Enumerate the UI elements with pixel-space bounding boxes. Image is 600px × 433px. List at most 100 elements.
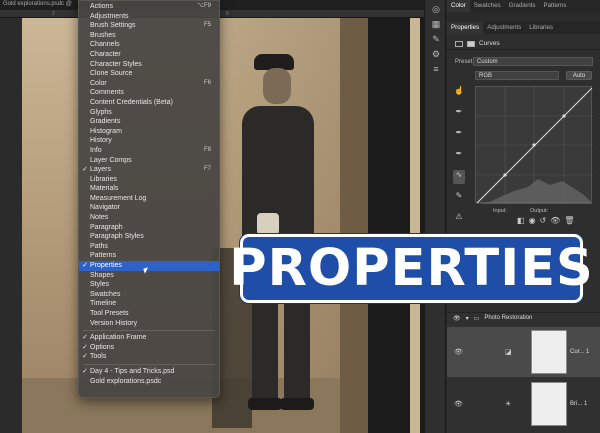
tab-swatches[interactable]: Swatches (470, 0, 505, 12)
panel-tool-strip: ◎ ▦ ✎ ⚙ ≡ (424, 0, 446, 433)
layer-mask-thumbnail[interactable] (531, 330, 567, 374)
view-previous-icon[interactable]: ◉ (529, 216, 540, 225)
curve-point[interactable] (562, 114, 566, 118)
menu-item[interactable]: Navigator (79, 203, 219, 213)
tab-gradients[interactable]: Gradients (505, 0, 540, 12)
menu-item[interactable]: Gradients (79, 117, 219, 127)
menu-item[interactable]: Paths (79, 242, 219, 252)
menu-item[interactable]: Paragraph (79, 223, 219, 233)
gray-point-eyedropper-icon[interactable]: ✒ (453, 128, 465, 142)
layer-group-row[interactable]: 👁 ▾ ▭ Photo Restoration (447, 313, 600, 323)
menu-item[interactable]: Adjustments (79, 12, 219, 22)
ruler-mark: 6 (226, 11, 229, 17)
auto-button[interactable]: Auto (566, 71, 592, 80)
menu-item-label: Layer Comps (90, 156, 132, 164)
curve-point[interactable] (503, 173, 507, 177)
eye-icon[interactable]: 👁 (454, 400, 463, 408)
curve-point[interactable] (532, 143, 536, 147)
visibility-icon[interactable]: 👁 (550, 216, 564, 225)
swatches-icon[interactable]: ▦ (425, 19, 447, 30)
menu-item[interactable]: Styles (79, 280, 219, 290)
window-menu[interactable]: Actions ⌥F9 Adjustments Brush Settings F5 Bru… (78, 0, 220, 398)
curve-tools: ☝ ✒ ✒ ✒ ∿ ✎ ⚠ (453, 86, 467, 233)
menu-item[interactable]: Glyphs (79, 108, 219, 118)
menu-item[interactable]: Libraries (79, 175, 219, 185)
menu-item-label: Application Frame (90, 334, 147, 342)
chevron-down-icon[interactable]: ▾ (466, 315, 469, 322)
layer-mask-thumbnail[interactable] (531, 382, 567, 426)
menu-item-shortcut: F5 (203, 22, 211, 29)
menu-item[interactable]: Patterns (79, 251, 219, 261)
input-label: Input: (493, 208, 507, 214)
tab-properties[interactable]: Properties (447, 22, 484, 34)
menu-item[interactable]: Version History (79, 319, 219, 329)
menu-item[interactable]: Tool Presets (79, 309, 219, 319)
menu-item[interactable]: Color F6 (79, 79, 219, 89)
menu-item[interactable]: Notes (79, 213, 219, 223)
menu-item[interactable]: ✓ Application Frame (79, 333, 219, 343)
group-name: Photo Restoration (484, 315, 533, 321)
menu-item[interactable]: Actions ⌥F9 (79, 2, 219, 12)
color-wheel-icon[interactable]: ◎ (425, 4, 447, 15)
menu-item[interactable]: Comments (79, 88, 219, 98)
tab-adjustments[interactable]: Adjustments (483, 22, 525, 34)
menu-item[interactable]: ✓ Options (79, 343, 219, 353)
reset-icon[interactable]: ↺ (540, 216, 551, 225)
clipping-warning-icon[interactable]: ⚠ (453, 212, 465, 226)
layer-row[interactable]: 👁 ☀ Bri... 1 (447, 379, 600, 429)
layer-name: Cur... 1 (570, 349, 590, 355)
right-panel: Color Swatches Gradients Patterns Proper… (447, 0, 600, 433)
menu-item[interactable]: Character Styles (79, 60, 219, 70)
layer-row[interactable]: 👁 ◪ Cur... 1 (447, 327, 600, 377)
menu-item[interactable]: Channels (79, 40, 219, 50)
menu-item[interactable]: History (79, 136, 219, 146)
tab-patterns[interactable]: Patterns (539, 0, 570, 12)
menu-item-label: Shapes (90, 271, 114, 279)
menu-item-label: Clone Source (90, 70, 133, 78)
adjustments-icon[interactable]: ⚙ (425, 49, 447, 60)
eye-icon[interactable]: 👁 (453, 315, 461, 322)
target-adjust-icon[interactable]: ☝ (453, 86, 465, 100)
menu-item-label: History (90, 137, 112, 145)
menu-item-label: Paragraph Styles (90, 233, 144, 241)
preset-select[interactable]: Custom (473, 57, 593, 66)
white-point-eyedropper-icon[interactable]: ✒ (453, 149, 465, 163)
menu-item[interactable]: ✓ Layers F7 (79, 165, 219, 175)
curve-point-icon[interactable]: ∿ (453, 170, 465, 184)
menu-item[interactable]: Brushes (79, 31, 219, 41)
delete-icon[interactable]: 🗑 (564, 216, 578, 225)
menu-item-label: Properties (90, 262, 122, 270)
clip-to-layer-icon[interactable]: ◧ (517, 216, 529, 225)
menu-item[interactable]: Swatches (79, 290, 219, 300)
menu-item[interactable]: ✓ Tools (79, 352, 219, 362)
checkmark-icon: ✓ (82, 353, 88, 361)
tab-color[interactable]: Color (447, 0, 470, 12)
menu-item[interactable]: ✓ Day 4 - Tips and Tricks.psd (79, 367, 219, 377)
menu-item[interactable]: Timeline (79, 299, 219, 309)
eye-icon[interactable]: 👁 (454, 348, 463, 356)
mask-icon[interactable] (467, 40, 475, 47)
menu-item[interactable]: Info F8 (79, 146, 219, 156)
curves-graph[interactable] (475, 86, 593, 204)
menu-item[interactable]: Histogram (79, 127, 219, 137)
menu-item[interactable]: Gold explorations.psdc (79, 377, 219, 387)
menu-item-label: Tools (90, 353, 107, 361)
brush-icon[interactable]: ✎ (425, 34, 447, 45)
menu-item[interactable]: Measurement Log (79, 194, 219, 204)
menu-item[interactable]: Paragraph Styles (79, 232, 219, 242)
menu-separator (83, 363, 215, 365)
pencil-icon[interactable]: ✎ (453, 191, 465, 205)
menu-item[interactable]: Materials (79, 184, 219, 194)
menu-item[interactable]: Content Credentials (Beta) (79, 98, 219, 108)
sliders-icon[interactable]: ≡ (425, 64, 447, 74)
menu-item[interactable]: Character (79, 50, 219, 60)
black-point-eyedropper-icon[interactable]: ✒ (453, 107, 465, 121)
menu-item[interactable]: Layer Comps (79, 156, 219, 166)
menu-item-label: Timeline (90, 300, 117, 308)
menu-item[interactable]: Clone Source (79, 69, 219, 79)
document-tab-title: Gold explorations.psdc @ (3, 1, 72, 7)
tab-libraries[interactable]: Libraries (525, 22, 557, 34)
channel-select[interactable]: RGB (475, 71, 559, 80)
histogram (476, 179, 593, 204)
menu-item[interactable]: Brush Settings F5 (79, 21, 219, 31)
